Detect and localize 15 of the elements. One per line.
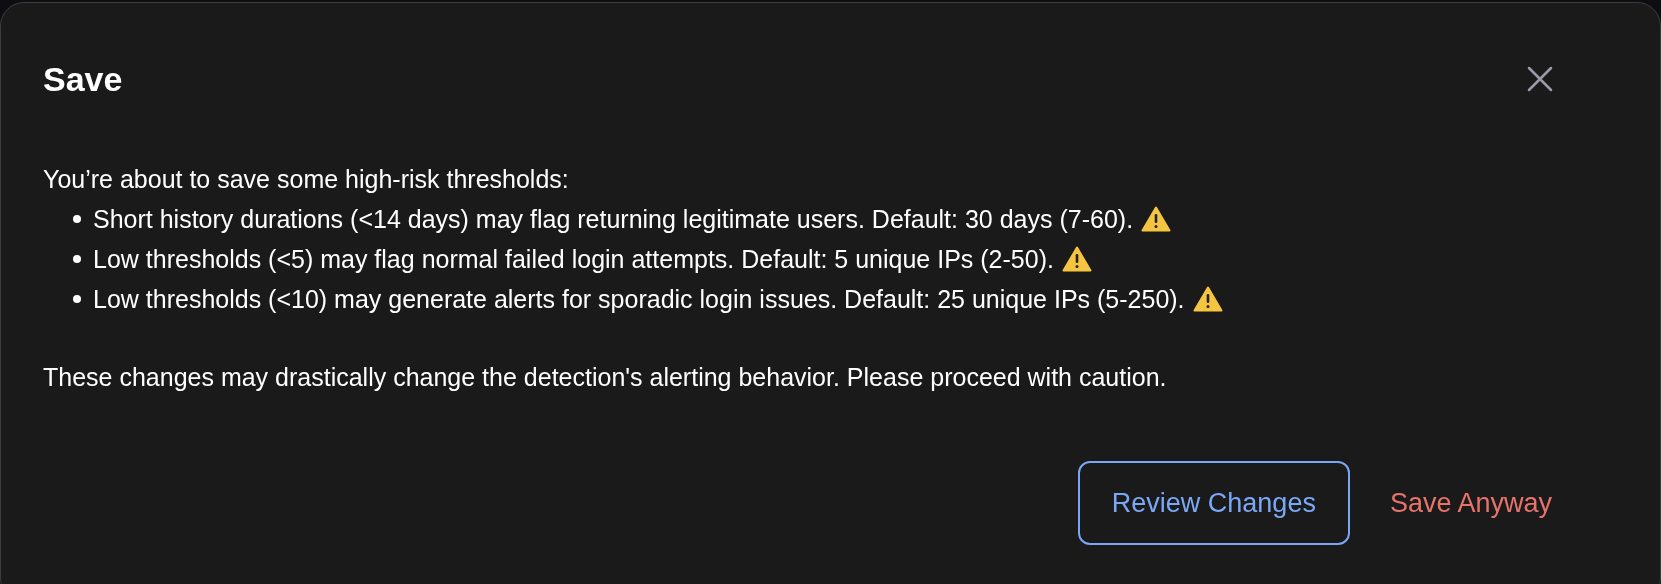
close-icon (1526, 65, 1554, 93)
warning-icon (1061, 246, 1092, 272)
warning-icon (1192, 286, 1223, 312)
bullet (73, 255, 81, 263)
warning-text: Low thresholds (<5) may flag normal failed login attempts. Default: 5 unique IPs (2-50). (93, 244, 1054, 275)
review-changes-button[interactable]: Review Changes (1077, 461, 1350, 545)
bullet (73, 215, 81, 223)
caution-text: These changes may drastically change the detection's alerting behavior. Please proceed with caution. (43, 362, 1168, 393)
intro-text: You’re about to save some high-risk thresholds: (43, 164, 570, 195)
warning-text: Short history durations (<14 days) may flag returning legitimate users. Default: 30 days (7-60). (93, 204, 1134, 235)
bullet (73, 295, 81, 303)
dialog-title: Save (43, 62, 123, 96)
warning-icon (1141, 206, 1172, 232)
save-anyway-button[interactable]: Save Anyway (1357, 461, 1584, 545)
warning-text: Low thresholds (<10) may generate alerts for sporadic login issues. Default: 25 unique IPs (5-250). (93, 284, 1185, 315)
